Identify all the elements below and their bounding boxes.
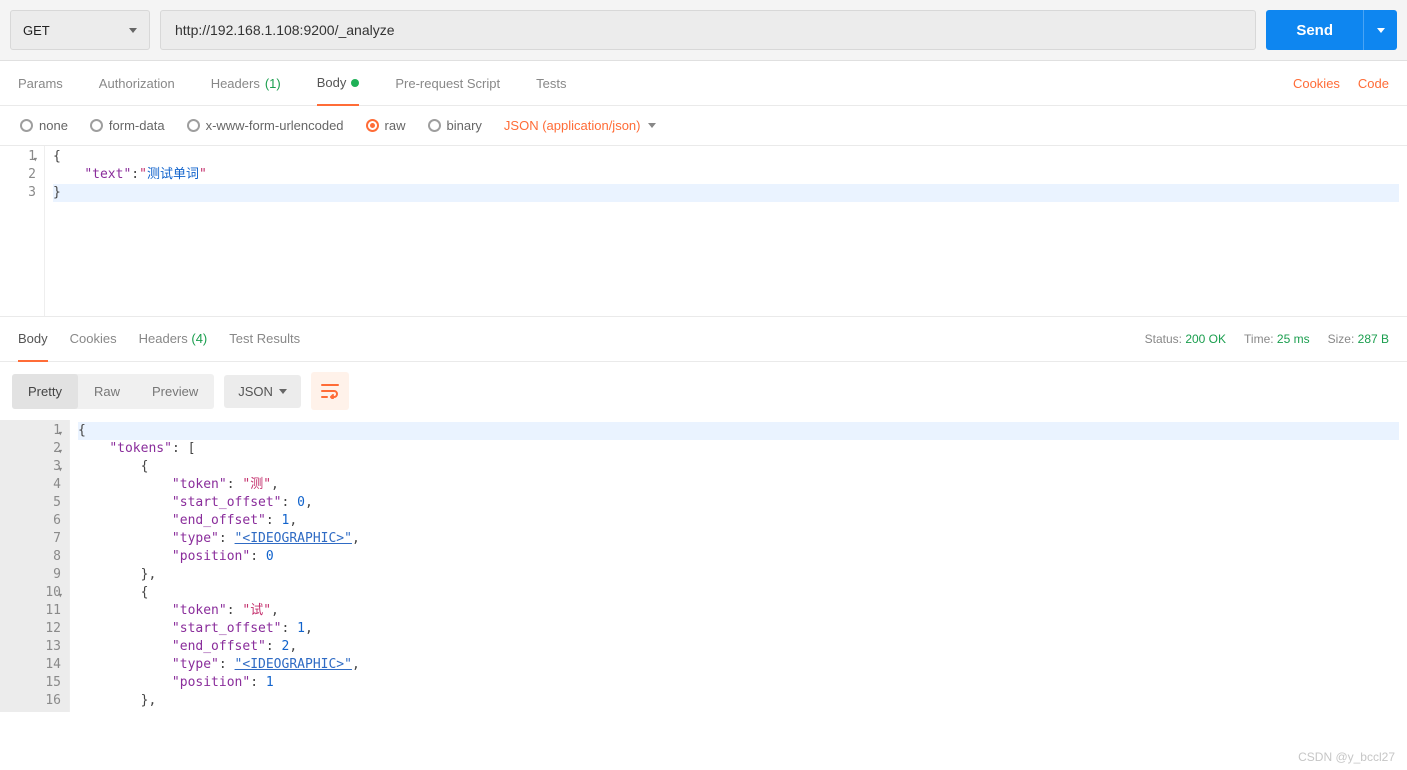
header-links: Cookies Code [1293,76,1389,91]
method-label: GET [23,23,50,38]
view-preview-button[interactable]: Preview [136,374,214,409]
tab-params[interactable]: Params [18,61,63,105]
code-line: "position": 0 [78,548,1399,566]
send-button[interactable]: Send [1266,10,1363,50]
code-line: "type": "<IDEOGRAPHIC>", [78,656,1399,674]
tab-authorization[interactable]: Authorization [99,61,175,105]
headers-count: (1) [265,76,281,91]
resp-headers-count: (4) [191,331,207,346]
size-meta: Size: 287 B [1328,332,1389,346]
response-format-select[interactable]: JSON [224,375,301,408]
code-lines: { "tokens": [ { "token": "测", "start_off… [70,420,1407,712]
radio-icon [428,119,441,132]
code-lines: { "text":"测试单词" } [45,146,1407,316]
resp-tab-cookies[interactable]: Cookies [70,317,117,361]
gutter: 1 2 3 [0,146,45,316]
chevron-down-icon [279,389,287,394]
code-line: "end_offset": 2, [78,638,1399,656]
view-pretty-button[interactable]: Pretty [12,374,78,409]
response-tabs: Body Cookies Headers (4) Test Results [18,317,300,361]
code-line: "end_offset": 1, [78,512,1399,530]
url-input[interactable] [160,10,1256,50]
view-raw-button[interactable]: Raw [78,374,136,409]
request-bar: GET Send [0,0,1407,61]
body-type-formdata[interactable]: form-data [90,118,165,133]
code-line: { [78,584,1399,602]
status-meta: Status: 200 OK [1145,332,1226,346]
body-type-none[interactable]: none [20,118,68,133]
code-line: "text":"测试单词" [53,166,1399,184]
wrap-lines-button[interactable] [311,372,349,410]
resp-tab-tests[interactable]: Test Results [229,317,300,361]
chevron-down-icon [648,123,656,128]
body-indicator-icon [351,79,359,87]
wrap-icon [321,383,339,399]
radio-icon [20,119,33,132]
response-body-editor[interactable]: 1 2 3 4 5 6 7 8 9 10 11 12 13 14 15 16 {… [0,420,1407,712]
gutter: 1 2 3 4 5 6 7 8 9 10 11 12 13 14 15 16 [0,420,70,712]
resp-tab-body[interactable]: Body [18,317,48,362]
code-line: }, [78,692,1399,710]
body-type-xform[interactable]: x-www-form-urlencoded [187,118,344,133]
code-link[interactable]: Code [1358,76,1389,91]
response-toolbar: Pretty Raw Preview JSON [0,362,1407,420]
chevron-down-icon [129,28,137,33]
tab-body[interactable]: Body [317,61,360,106]
code-line: "type": "<IDEOGRAPHIC>", [78,530,1399,548]
content-type-select[interactable]: JSON (application/json) [504,118,657,133]
radio-icon [90,119,103,132]
code-line: "position": 1 [78,674,1399,692]
code-line: }, [78,566,1399,584]
code-line: { [78,422,1399,440]
request-body-editor[interactable]: 1 2 3 { "text":"测试单词" } [0,146,1407,316]
view-mode-segment: Pretty Raw Preview [12,374,214,409]
code-line: "token": "测", [78,476,1399,494]
code-line: "token": "试", [78,602,1399,620]
response-header: Body Cookies Headers (4) Test Results St… [0,316,1407,362]
code-line: { [78,458,1399,476]
code-line: "tokens": [ [78,440,1399,458]
request-tabs: Params Authorization Headers (1) Body Pr… [18,61,566,105]
response-meta: Status: 200 OK Time: 25 ms Size: 287 B [1145,332,1389,346]
cookies-link[interactable]: Cookies [1293,76,1340,91]
radio-icon [187,119,200,132]
body-type-binary[interactable]: binary [428,118,482,133]
tab-headers[interactable]: Headers (1) [211,61,281,105]
body-type-raw[interactable]: raw [366,118,406,133]
watermark: CSDN @y_bccl27 [1298,750,1395,764]
radio-icon [366,119,379,132]
request-tabs-row: Params Authorization Headers (1) Body Pr… [0,61,1407,106]
code-line: { [53,148,1399,166]
send-dropdown-button[interactable] [1363,10,1397,50]
body-type-row: none form-data x-www-form-urlencoded raw… [0,106,1407,146]
send-button-group: Send [1266,10,1397,50]
http-method-select[interactable]: GET [10,10,150,50]
tab-tests[interactable]: Tests [536,61,566,105]
code-line: "start_offset": 1, [78,620,1399,638]
resp-tab-headers[interactable]: Headers (4) [139,317,208,361]
code-line: } [53,184,1399,202]
tab-prerequest[interactable]: Pre-request Script [395,61,500,105]
time-meta: Time: 25 ms [1244,332,1310,346]
code-line: "start_offset": 0, [78,494,1399,512]
chevron-down-icon [1377,28,1385,33]
